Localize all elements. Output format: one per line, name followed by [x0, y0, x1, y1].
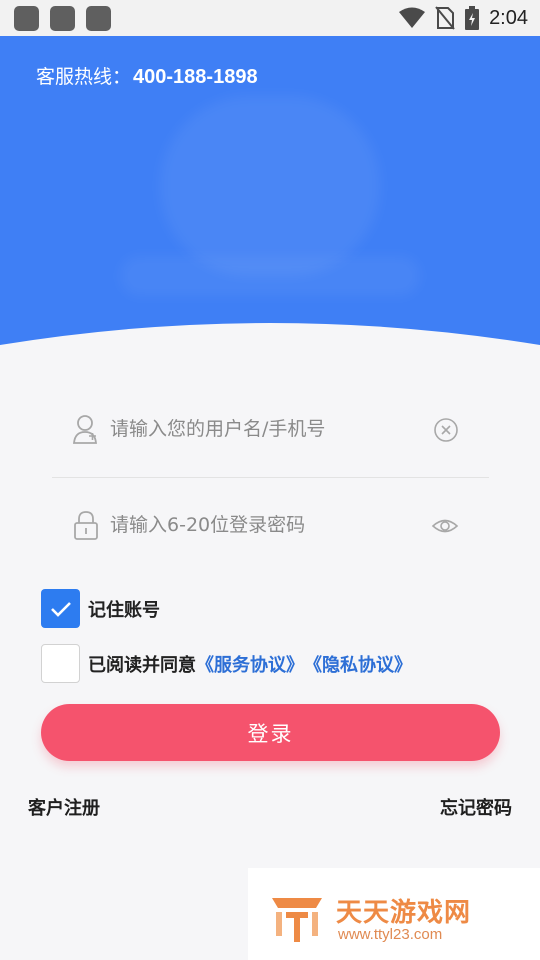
watermark-url: www.ttyl23.com — [338, 926, 443, 943]
login-button[interactable]: 登录 — [41, 704, 500, 761]
notification-icon — [86, 6, 111, 31]
notification-icon — [50, 6, 75, 31]
header-illustration — [160, 96, 380, 276]
header-wave — [0, 323, 540, 366]
field-divider — [52, 477, 489, 478]
password-field — [52, 494, 489, 556]
remember-label: 记住账号 — [88, 599, 160, 621]
agreement-checkbox[interactable] — [41, 644, 80, 683]
battery-icon — [465, 6, 480, 30]
eye-icon[interactable] — [431, 513, 459, 539]
user-icon — [73, 415, 97, 444]
password-input[interactable] — [110, 504, 410, 546]
notification-icon — [14, 6, 39, 31]
status-bar: 2:04 — [0, 0, 540, 36]
username-input[interactable] — [110, 408, 410, 450]
register-link[interactable]: 客户注册 — [28, 794, 100, 820]
hotline-label: 客服热线： — [36, 66, 132, 88]
no-sim-icon — [435, 6, 455, 30]
remember-row: 记住账号 — [41, 589, 160, 628]
lock-icon — [74, 511, 98, 540]
clear-icon[interactable] — [433, 417, 459, 443]
remember-checkbox[interactable] — [41, 589, 80, 628]
header-banner: 客服热线： 400-188-1898 — [0, 36, 540, 366]
watermark: 天天游戏网 www.ttyl23.com — [248, 868, 540, 960]
clock: 2:04 — [489, 6, 528, 29]
privacy-agreement-link[interactable]: 《隐私协议》 — [304, 651, 412, 677]
wifi-icon — [399, 7, 426, 28]
watermark-title: 天天游戏网 — [336, 898, 472, 928]
forgot-password-link[interactable]: 忘记密码 — [440, 794, 512, 820]
watermark-logo-icon — [272, 898, 322, 942]
agreement-text: 已阅读并同意 — [88, 654, 196, 676]
agreement-row: 已阅读并同意 《服务协议》 《隐私协议》 — [41, 644, 412, 683]
header-illustration-base — [120, 256, 420, 296]
hotline-number[interactable]: 400-188-1898 — [133, 66, 258, 88]
username-field — [52, 398, 489, 460]
check-icon — [50, 601, 71, 617]
service-agreement-link[interactable]: 《服务协议》 — [196, 651, 304, 677]
hotline: 客服热线： 400-188-1898 — [36, 62, 258, 89]
